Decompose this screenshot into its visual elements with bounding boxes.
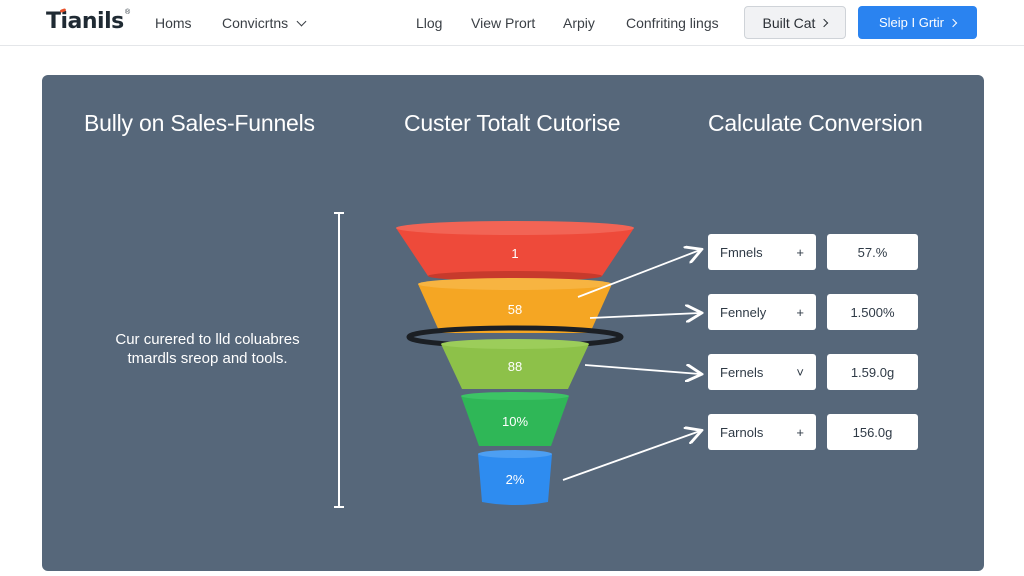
arrow-to-row-4: [562, 431, 700, 481]
funnel-stage-5-label: 2%: [506, 472, 525, 487]
plus-icon: +: [796, 424, 804, 440]
funnel-select-4-label: Farnols: [720, 424, 764, 440]
funnel-select-1[interactable]: Fmnels +: [708, 234, 816, 270]
conversion-value-2: 1.500%: [827, 294, 918, 330]
funnel-stage-3-label: 88: [508, 359, 522, 374]
funnel-stage-1-label: 1: [511, 246, 518, 261]
conversion-value-3: 1.59.0g: [827, 354, 918, 390]
chevron-down-icon: ˅: [796, 364, 804, 380]
arrow-to-row-3: [584, 365, 700, 374]
funnel-select-4[interactable]: Farnols +: [708, 414, 816, 450]
funnel-select-1-label: Fmnels: [720, 244, 763, 260]
funnel-select-2[interactable]: Fennely +: [708, 294, 816, 330]
funnel-stage-4-label: 10%: [502, 414, 528, 429]
funnel-select-3-label: Fernels: [720, 364, 764, 380]
conversion-value-1: 57.%: [827, 234, 918, 270]
conversion-value-4: 156.0g: [827, 414, 918, 450]
funnel-stage-2-label: 58: [508, 302, 522, 317]
arrow-to-row-2: [589, 313, 700, 318]
plus-icon: +: [796, 304, 804, 320]
sales-funnel-graphic: 1 58 88 10% 2%: [396, 221, 1024, 505]
plus-icon: +: [796, 244, 804, 260]
funnel-select-2-label: Fennely: [720, 304, 767, 320]
funnel-select-3[interactable]: Fernels ˅: [708, 354, 816, 390]
